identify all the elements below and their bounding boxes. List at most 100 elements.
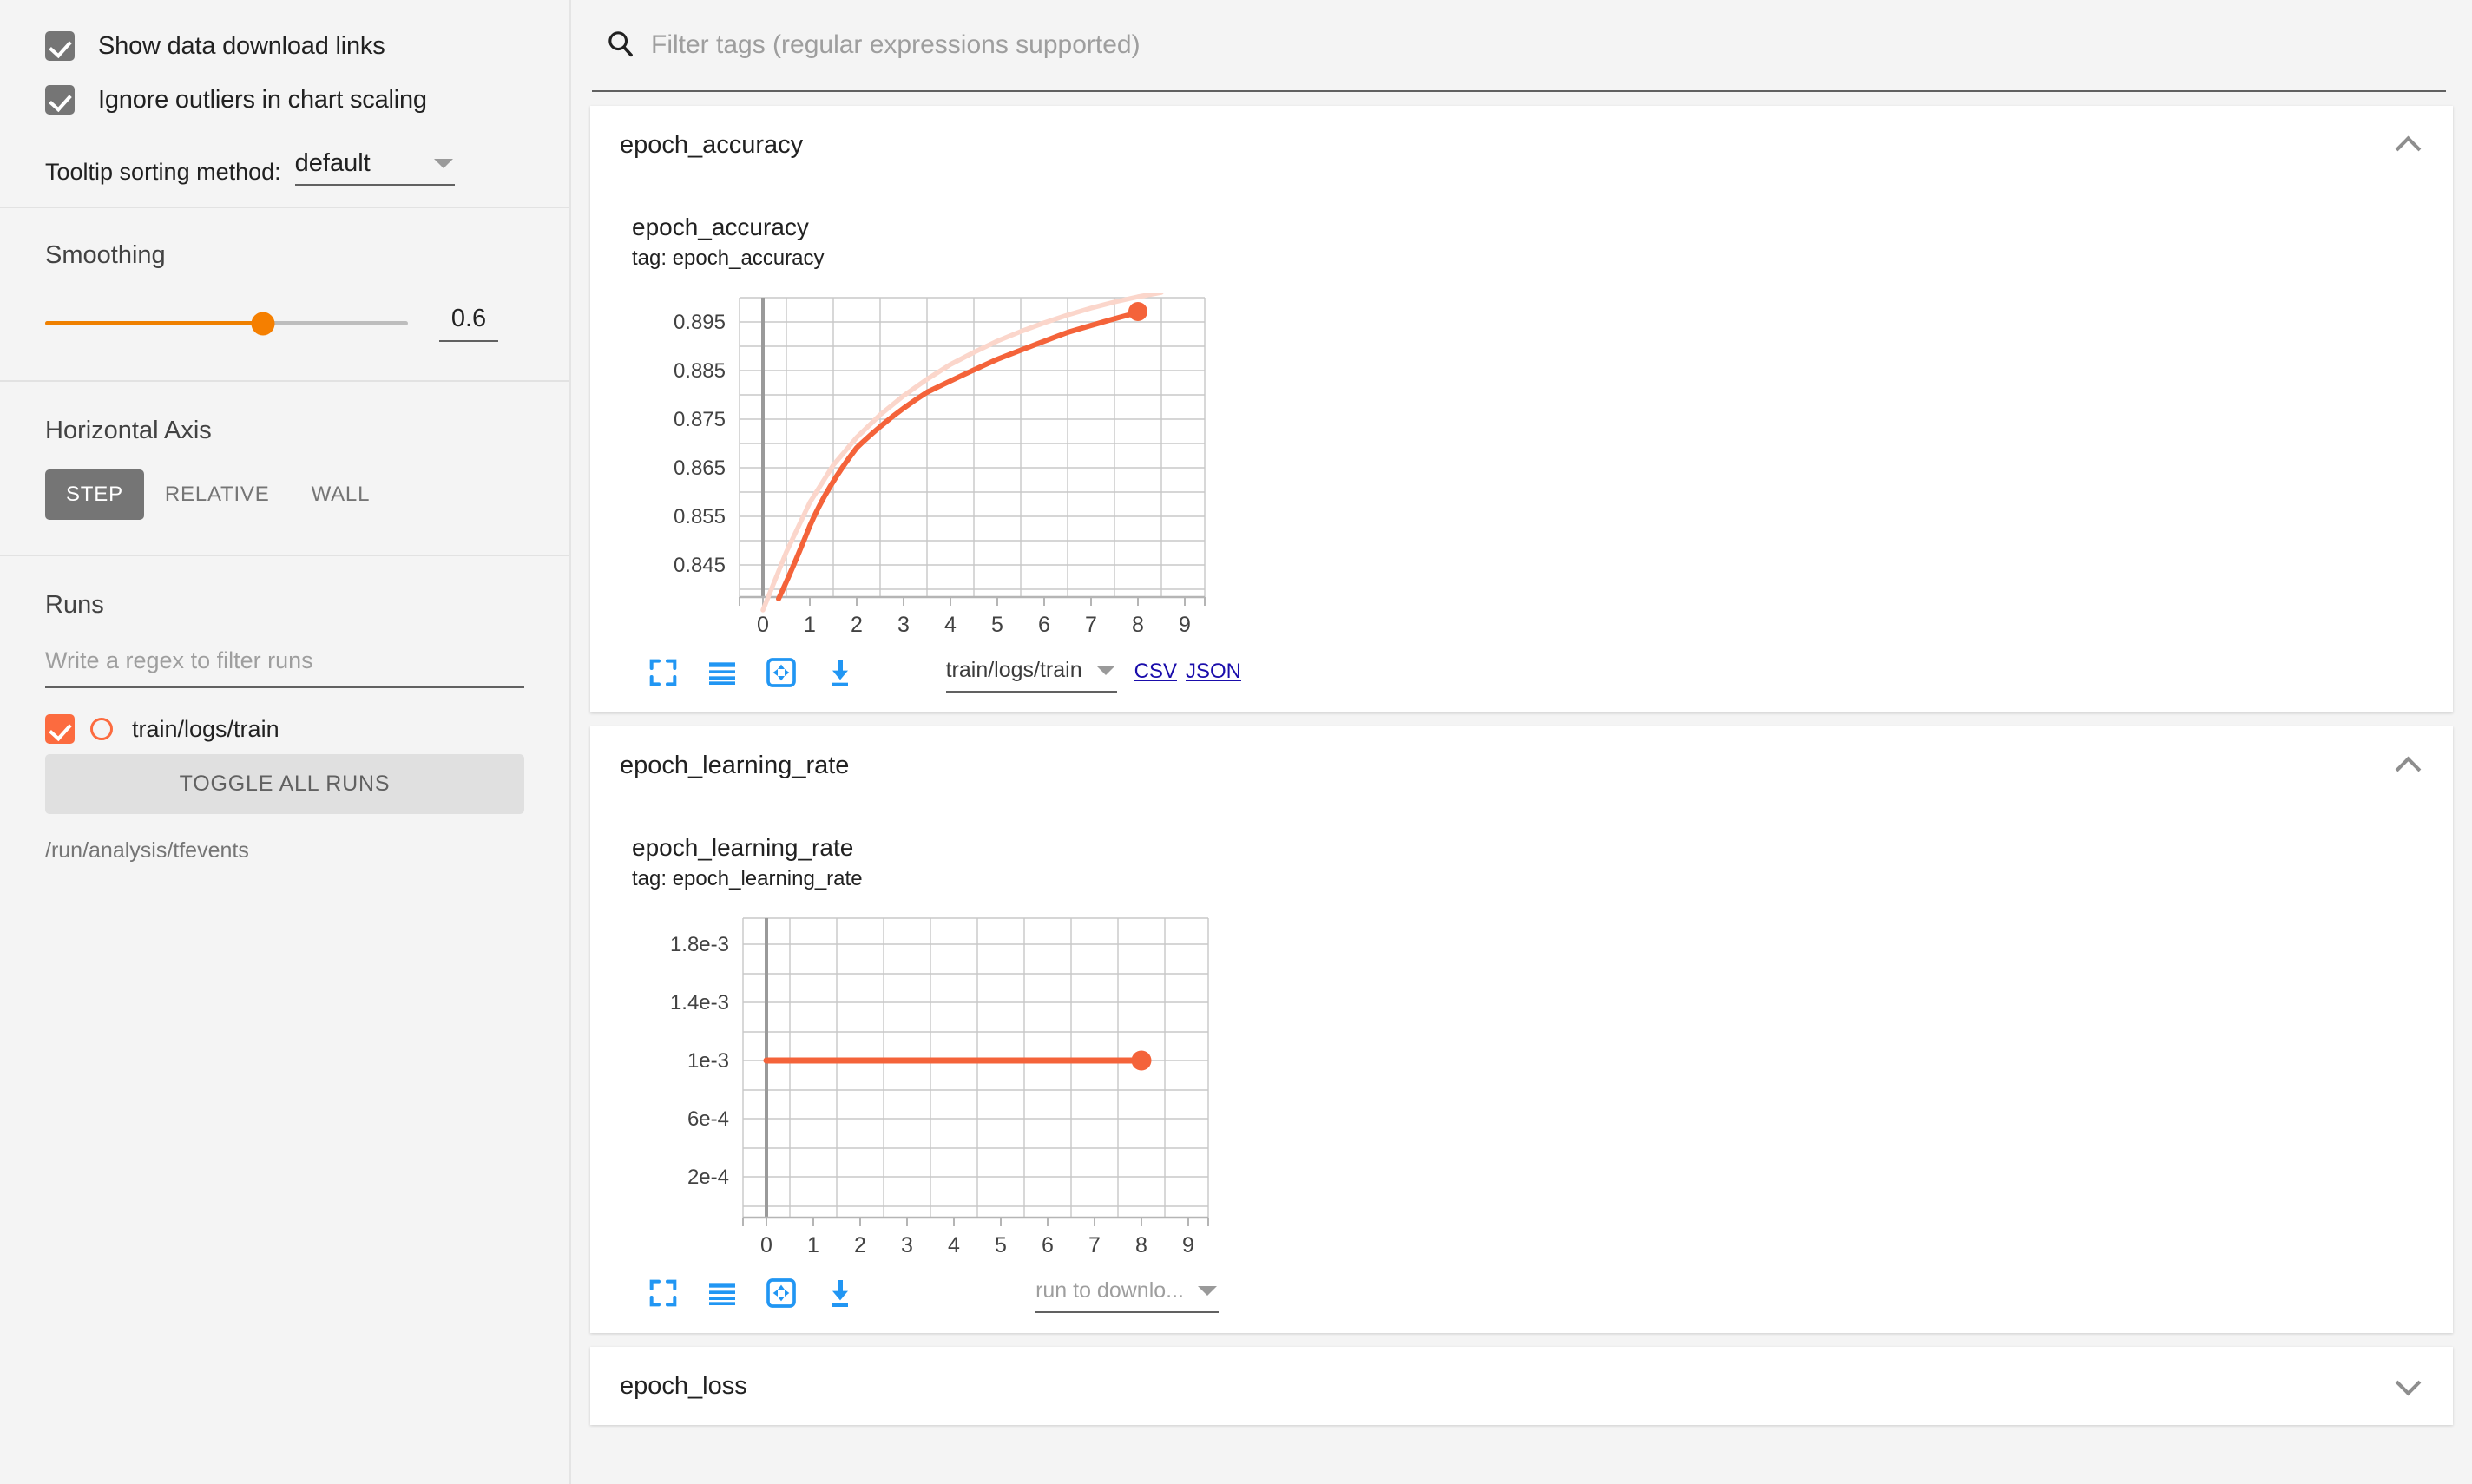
download-run-placeholder: run to downlo... [1035,1278,1184,1303]
chevron-down-icon [1198,1286,1217,1296]
svg-text:0.885: 0.885 [674,359,726,383]
svg-text:0.855: 0.855 [674,505,726,529]
download-run-select[interactable]: train/logs/train [945,658,1117,693]
chart-card-epoch-accuracy: epoch_accuracy tag: epoch_accuracy 0.895… [590,184,1250,695]
download-run-select[interactable]: run to downlo... [1035,1278,1219,1313]
download-run-value: train/logs/train [945,658,1082,682]
smoothing-slider-row: 0.6 [45,305,524,342]
fullscreen-icon[interactable] [646,1276,686,1316]
checkbox-row-show-download-links[interactable]: Show data download links [45,19,524,73]
svg-text:0.895: 0.895 [674,311,726,334]
search-icon [606,29,635,62]
section-title: epoch_learning_rate [620,751,850,779]
svg-text:7: 7 [1088,1233,1101,1257]
chevron-down-icon [433,159,453,168]
logdir-path: /run/analysis/tfevents [45,838,249,863]
data-series-icon[interactable] [705,1276,745,1316]
section-title: epoch_accuracy [620,130,804,159]
svg-text:6: 6 [1038,613,1050,637]
pan-icon[interactable] [764,1276,804,1316]
section-header-epoch-learning-rate[interactable]: epoch_learning_rate [590,726,2453,804]
smoothing-slider-knob[interactable] [251,312,275,335]
checkbox-row-ignore-outliers[interactable]: Ignore outliers in chart scaling [45,73,524,127]
svg-text:5: 5 [995,1233,1007,1257]
horizontal-axis-section: Horizontal Axis STEP RELATIVE WALL [0,382,569,555]
smoothing-slider[interactable] [45,312,408,335]
smoothing-title: Smoothing [45,241,166,269]
smoothing-value-input[interactable]: 0.6 [439,305,498,342]
svg-text:8: 8 [1132,613,1144,637]
download-links: CSV JSON [1134,660,1250,693]
svg-text:4: 4 [948,1233,960,1257]
run-label: train/logs/train [132,715,279,742]
runs-title: Runs [45,591,104,619]
svg-text:3: 3 [897,613,910,637]
chart-title: epoch_accuracy [632,213,809,240]
svg-text:4: 4 [944,613,957,637]
tag-filter-placeholder: Filter tags (regular expressions support… [651,30,1141,59]
chart-plot-epoch-learning-rate[interactable]: 1.8e-3 1.4e-3 1e-3 6e-4 2e-4 0 1 2 3 4 5… [632,914,1250,1265]
section-card-epoch-accuracy: epoch_accuracy epoch_accuracy tag: epoch… [590,106,2453,712]
ignore-outliers-label: Ignore outliers in chart scaling [98,85,427,114]
ignore-outliers-checkbox[interactable] [45,85,75,115]
chart-tag-label: tag: epoch_learning_rate [632,867,863,890]
tensorboard-scalars-page: Show data download links Ignore outliers… [0,0,2472,1484]
svg-text:5: 5 [991,613,1003,637]
chart-card-epoch-learning-rate: epoch_learning_rate tag: epoch_learning_… [590,804,1250,1316]
fullscreen-icon[interactable] [646,655,686,695]
section-card-epoch-loss: epoch_loss [590,1347,2453,1425]
show-download-links-label: Show data download links [98,31,385,60]
run-checkbox[interactable] [45,714,75,744]
haxis-button-wall[interactable]: WALL [291,469,391,520]
svg-text:1.4e-3: 1.4e-3 [670,991,729,1015]
svg-text:9: 9 [1182,1233,1194,1257]
tooltip-sorting-select[interactable]: default [294,149,455,186]
chevron-up-icon[interactable] [2396,131,2423,159]
svg-text:6: 6 [1042,1233,1054,1257]
toggle-all-runs-button[interactable]: TOGGLE ALL RUNS [45,754,524,814]
run-color-circle-icon [90,718,113,740]
smoothing-section: Smoothing 0.6 [0,208,569,380]
chart-title: epoch_learning_rate [632,834,854,861]
section-header-epoch-loss[interactable]: epoch_loss [590,1347,2453,1425]
chevron-down-icon[interactable] [2396,1372,2423,1400]
svg-text:0.875: 0.875 [674,408,726,431]
haxis-button-relative[interactable]: RELATIVE [144,469,291,520]
section-body-epoch-learning-rate: epoch_learning_rate tag: epoch_learning_… [590,804,2453,1333]
chevron-up-icon[interactable] [2396,752,2423,779]
pan-icon[interactable] [764,655,804,695]
svg-text:2: 2 [854,1233,866,1257]
download-csv-link[interactable]: CSV [1134,660,1177,683]
svg-text:1: 1 [807,1233,819,1257]
download-json-link[interactable]: JSON [1186,660,1241,683]
chart-toolbar-epoch-accuracy: train/logs/train CSV JSON [632,655,1250,695]
chart-plot-epoch-accuracy[interactable]: 0.895 0.885 0.875 0.865 0.855 0.845 0 1 … [632,290,1250,645]
section-body-epoch-accuracy: epoch_accuracy tag: epoch_accuracy 0.895… [590,184,2453,712]
runs-filter-input[interactable]: Write a regex to filter runs [45,647,524,688]
runs-section: Runs Write a regex to filter runs train/… [0,556,569,863]
chart-toolbar-epoch-learning-rate: run to downlo... [632,1276,1250,1316]
svg-text:0: 0 [760,1233,772,1257]
svg-text:2: 2 [851,613,863,637]
show-download-links-checkbox[interactable] [45,31,75,61]
tag-filter-bar[interactable]: Filter tags (regular expressions support… [592,0,2446,92]
svg-text:3: 3 [901,1233,913,1257]
section-header-epoch-accuracy[interactable]: epoch_accuracy [590,106,2453,184]
tooltip-sorting-row: Tooltip sorting method: default [45,127,524,191]
run-list-item[interactable]: train/logs/train [45,714,524,744]
svg-text:2e-4: 2e-4 [687,1166,729,1189]
svg-text:0.845: 0.845 [674,554,726,577]
settings-sidebar: Show data download links Ignore outliers… [0,0,571,1484]
download-icon[interactable] [823,1276,863,1316]
data-series-icon[interactable] [705,655,745,695]
svg-text:1e-3: 1e-3 [687,1049,729,1073]
haxis-button-step[interactable]: STEP [45,469,144,520]
svg-text:1.8e-3: 1.8e-3 [670,933,729,956]
download-icon[interactable] [823,655,863,695]
tooltip-sorting-value: default [294,149,371,177]
chart-tag-label: tag: epoch_accuracy [632,246,825,270]
section-card-epoch-learning-rate: epoch_learning_rate epoch_learning_rate … [590,726,2453,1333]
svg-text:9: 9 [1179,613,1191,637]
section-title: epoch_loss [620,1371,747,1400]
svg-text:0.865: 0.865 [674,456,726,480]
